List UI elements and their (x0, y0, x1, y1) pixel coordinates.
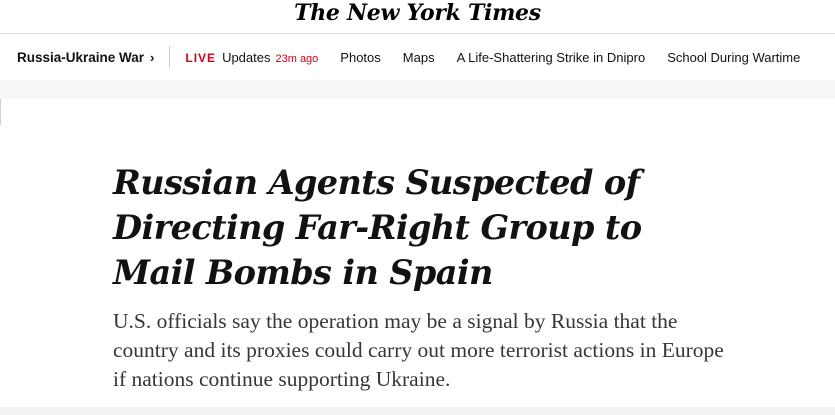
page-edge-line (0, 99, 1, 125)
live-badge: LIVE (185, 50, 217, 65)
nav-link-school-during-wartime[interactable]: School During Wartime (667, 50, 800, 65)
live-updates-link[interactable]: LIVE Updates 23m ago (185, 50, 318, 65)
bottom-band (0, 407, 835, 415)
nav-link-photos[interactable]: Photos (340, 50, 380, 65)
section-label: Russia-Ukraine War (17, 49, 145, 65)
chevron-right-icon: › (150, 49, 155, 65)
nav-link-dnipro-strike[interactable]: A Life-Shattering Strike in Dnipro (457, 50, 646, 65)
live-updates-label: Updates (222, 49, 271, 65)
nav-divider (169, 46, 171, 68)
masthead: The New York Times (0, 0, 835, 33)
ad-band (0, 80, 835, 99)
live-updates-timestamp: 23m ago (275, 52, 319, 65)
section-link-russia-ukraine-war[interactable]: Russia-Ukraine War › (17, 50, 154, 65)
section-nav: Russia-Ukraine War › LIVE Updates 23m ag… (0, 34, 835, 80)
article-headline: Russian Agents Suspected of Directing Fa… (113, 163, 642, 292)
nyt-logo[interactable]: The New York Times (294, 0, 541, 26)
nav-link-maps[interactable]: Maps (403, 50, 435, 65)
article-summary: U.S. officials say the operation may be … (113, 309, 724, 391)
